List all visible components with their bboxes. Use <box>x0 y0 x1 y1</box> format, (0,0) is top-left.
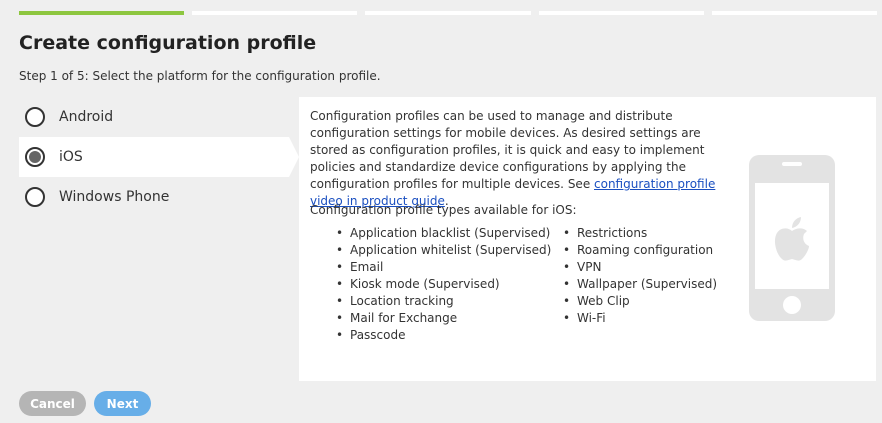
progress-step-1 <box>19 11 185 15</box>
list-item: Email <box>336 259 551 276</box>
platform-label-android: Android <box>59 109 114 125</box>
platform-option-windows-phone[interactable]: Windows Phone <box>19 177 299 217</box>
cancel-button[interactable]: Cancel <box>19 391 86 416</box>
radio-ios[interactable] <box>25 147 45 167</box>
list-item: Mail for Exchange <box>336 310 551 327</box>
radio-windows-phone[interactable] <box>25 187 45 207</box>
list-item: Wi-Fi <box>563 310 717 327</box>
progress-step-2 <box>192 11 358 15</box>
list-item: Roaming configuration <box>563 242 717 259</box>
iphone-apple-icon <box>749 155 835 321</box>
progress-step-4 <box>538 11 704 15</box>
list-item: Web Clip <box>563 293 717 310</box>
platform-info-panel: Configuration profiles can be used to ma… <box>299 97 876 381</box>
profile-types-list-1: Application blacklist (Supervised) Appli… <box>336 225 551 344</box>
radio-selected-dot <box>29 151 41 163</box>
wizard-progress-bar <box>19 11 878 15</box>
profile-types-heading: Configuration profile types available fo… <box>310 203 577 217</box>
platform-label-ios: iOS <box>59 149 83 165</box>
platform-label-windows-phone: Windows Phone <box>59 189 170 205</box>
list-item: Application blacklist (Supervised) <box>336 225 551 242</box>
profile-types-list-2: Restrictions Roaming configuration VPN W… <box>563 225 717 327</box>
page-title: Create configuration profile <box>19 32 317 54</box>
progress-step-5 <box>711 11 878 15</box>
list-item: Application whitelist (Supervised) <box>336 242 551 259</box>
list-item: Location tracking <box>336 293 551 310</box>
next-button[interactable]: Next <box>94 391 151 416</box>
list-item: Restrictions <box>563 225 717 242</box>
list-item: Kiosk mode (Supervised) <box>336 276 551 293</box>
list-item: Wallpaper (Supervised) <box>563 276 717 293</box>
platform-option-ios[interactable]: iOS <box>19 137 299 177</box>
platform-description: Configuration profiles can be used to ma… <box>310 108 730 210</box>
radio-android[interactable] <box>25 107 45 127</box>
platform-options: Android iOS Windows Phone <box>19 97 299 217</box>
progress-step-3 <box>365 11 531 15</box>
platform-option-android[interactable]: Android <box>19 97 299 137</box>
list-item: VPN <box>563 259 717 276</box>
list-item: Passcode <box>336 327 551 344</box>
step-instructions: Step 1 of 5: Select the platform for the… <box>19 69 381 83</box>
